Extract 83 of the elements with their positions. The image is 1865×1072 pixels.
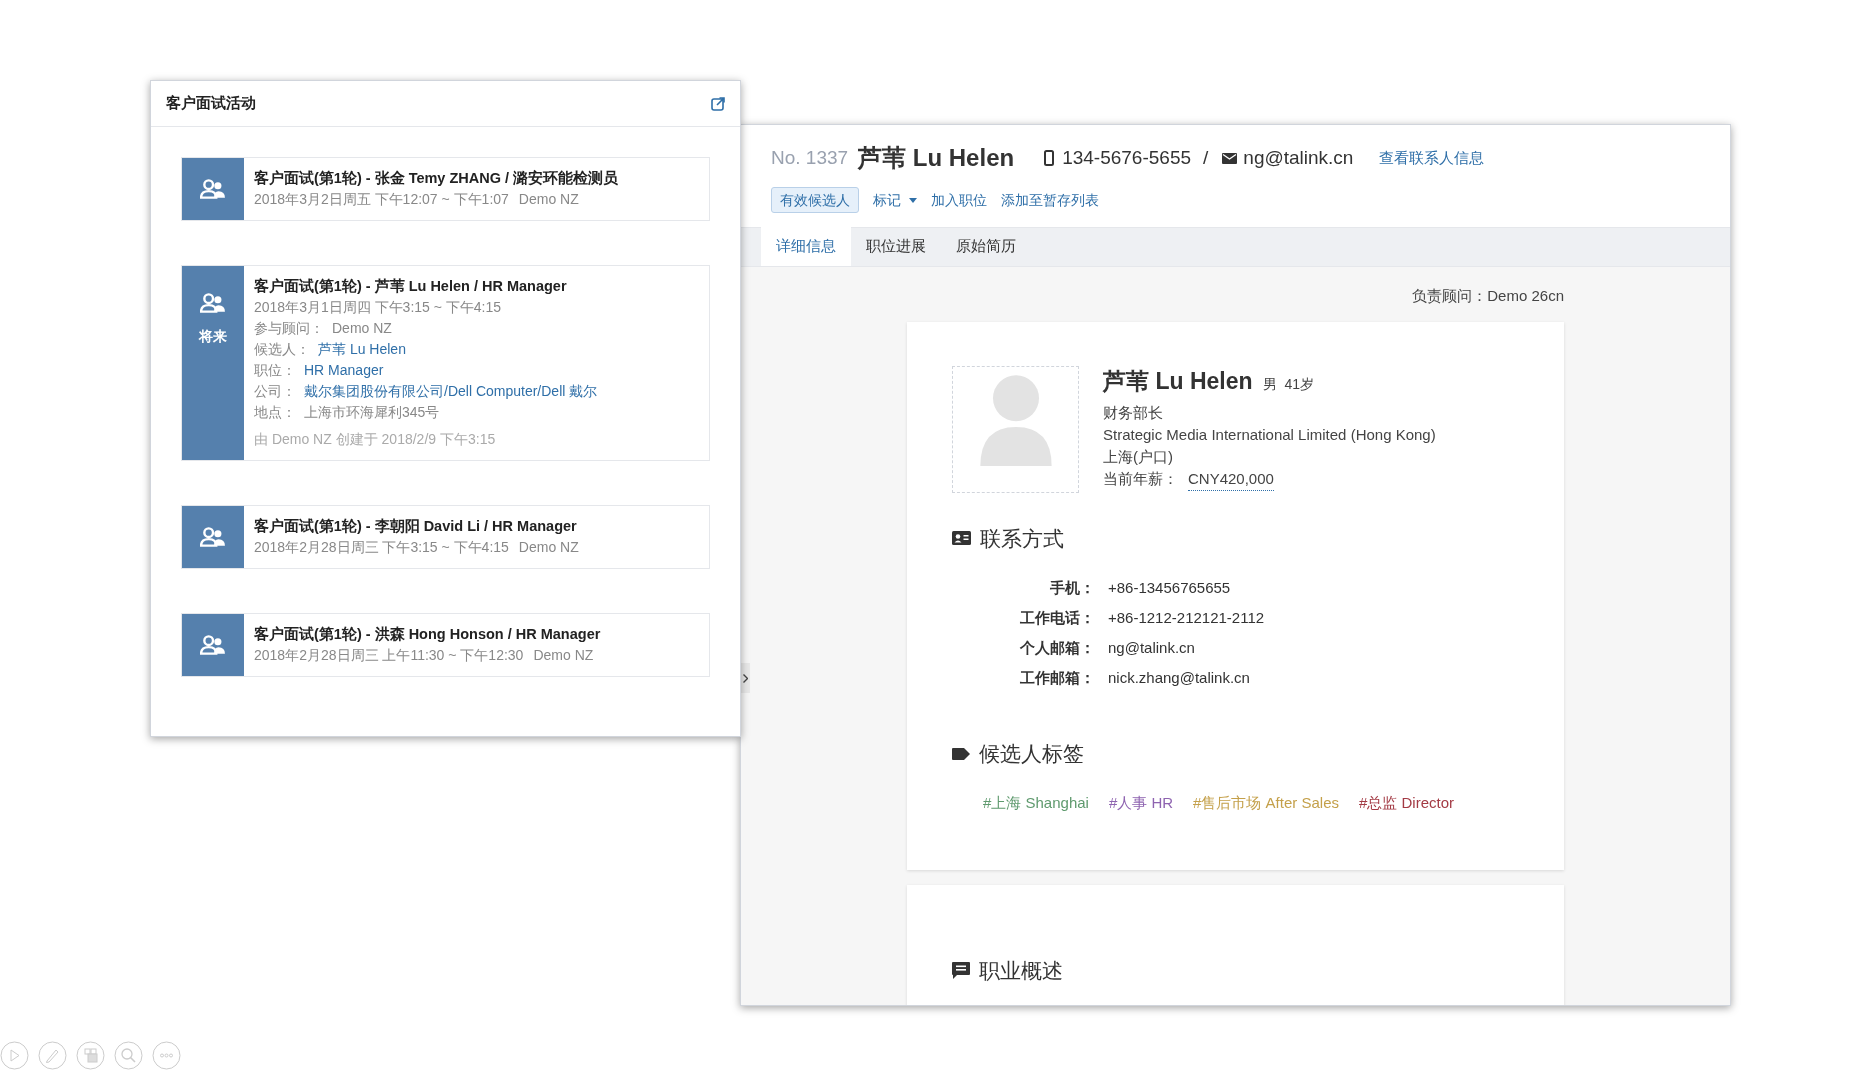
detail-value: Demo NZ	[332, 319, 392, 338]
detail-label: 公司：	[254, 382, 296, 401]
people-icon	[200, 634, 226, 656]
age-text: 41岁	[1284, 374, 1315, 394]
chevron-right-icon	[743, 673, 748, 683]
job-title: 财务部长	[1103, 402, 1164, 423]
slides-icon[interactable]	[76, 1041, 105, 1070]
collapse-handle[interactable]	[741, 663, 750, 693]
activity-time: 2018年2月28日周三 上午11:30 ~ 下午12:30	[254, 646, 524, 665]
mobile-phone-icon	[1044, 150, 1055, 166]
phone-number: 134-5676-5655	[1062, 145, 1192, 170]
activity-time: 2018年2月28日周三 下午3:15 ~ 下午4:15	[254, 538, 509, 557]
envelope-icon	[1222, 152, 1238, 164]
detail-label: 参与顾问：	[254, 319, 324, 338]
candidate-number: No. 1337	[771, 145, 849, 170]
contact-label: 个人邮箱：	[1019, 638, 1095, 658]
detail-value: 上海市环海犀利345号	[304, 403, 440, 422]
status-button[interactable]: 有效候选人	[771, 187, 859, 213]
email-address: ng@talink.cn	[1243, 145, 1354, 170]
more-icon[interactable]	[152, 1041, 181, 1070]
detail-label: 地点：	[254, 403, 296, 422]
company-name: Strategic Media International Limited (Hong Kong)	[1103, 424, 1436, 445]
tab[interactable]: 详细信息	[761, 226, 851, 266]
view-contact-link[interactable]: 查看联系人信息	[1379, 146, 1485, 170]
separator-text: /	[1203, 145, 1209, 170]
created-note: 由 Demo NZ 创建于 2018/2/9 下午3:15	[254, 430, 497, 449]
candidate-name: 芦苇 Lu Helen	[858, 143, 1015, 173]
activity-time: 2018年3月2日周五 下午12:07 ~ 下午1:07	[254, 190, 509, 209]
location-text: 上海(户口)	[1103, 446, 1174, 467]
activity-title: 客户面试(第1轮) - 李朝阳 David Li / HR Manager	[254, 517, 578, 536]
contact-label: 工作邮箱：	[1019, 668, 1095, 688]
pen-icon[interactable]	[38, 1041, 67, 1070]
consultant-name: Demo NZ	[518, 538, 579, 557]
activity-title: 客户面试(第1轮) - 芦苇 Lu Helen / HR Manager	[254, 277, 568, 296]
contact-value: nick.zhang@talink.cn	[1108, 668, 1250, 688]
people-icon	[200, 292, 226, 314]
tab[interactable]: 原始简历	[941, 226, 1031, 266]
external-link-icon[interactable]	[711, 96, 725, 111]
activity-time: 2018年3月1日周四 下午3:15 ~ 下午4:15	[254, 298, 502, 317]
comment-icon	[952, 961, 970, 979]
magnifier-icon[interactable]	[114, 1041, 143, 1070]
person-silhouette-icon	[979, 373, 1052, 466]
mark-dropdown[interactable]: 标记	[873, 189, 917, 211]
gender-text: 男	[1262, 374, 1277, 394]
activity-title: 客户面试(第1轮) - 洪森 Hong Honson / HR Manager	[254, 625, 601, 644]
detail-link[interactable]: 戴尔集团股份有限公司/Dell Computer/Dell 戴尔	[304, 381, 598, 402]
section-title: 职业概述	[979, 957, 1063, 984]
detail-label: 职位：	[254, 361, 296, 380]
activity-title: 客户面试(第1轮) - 张金 Temy ZHANG / 潞安环能检测员	[254, 169, 619, 188]
contact-label: 工作电话：	[1019, 608, 1095, 628]
candidate-tag[interactable]: #人事 HR	[1108, 791, 1174, 814]
status-label: 将来	[199, 327, 227, 346]
action-link[interactable]: 加入职位	[931, 189, 987, 211]
detail-label: 候选人：	[254, 340, 310, 359]
caret-icon	[909, 197, 917, 203]
contact-value: ng@talink.cn	[1108, 638, 1195, 658]
contact-card-icon	[952, 531, 971, 546]
consultant-name: Demo NZ	[533, 646, 594, 665]
consultant-name: Demo NZ	[518, 190, 579, 209]
people-icon	[200, 526, 226, 548]
tag-icon	[952, 747, 970, 760]
detail-link[interactable]: 芦苇 Lu Helen	[318, 339, 406, 360]
activity-card[interactable]: 客户面试(第1轮) - 李朝阳 David Li / HR Manager 2018年2月28日周三 下午3:15 ~ 下午4:15 Demo NZ	[181, 505, 710, 569]
activity-card[interactable]: 将来 客户面试(第1轮) - 芦苇 Lu Helen / HR Manager 2018年3月1日周四 下午3:15 ~ 下午4:15 参与顾问： Demo NZ 候选人： 芦苇 Lu Helen 职位： HR Manager 公司： 戴尔集团股份有限公司/Dell Computer/Dell 戴尔 地点： 上海市环海犀利345号 由 Demo NZ 创建于 2018/2/9 下午3:15	[181, 265, 710, 461]
contact-label: 手机：	[1049, 578, 1095, 598]
candidate-name: 芦苇 Lu Helen	[1103, 366, 1253, 396]
salary-value: CNY420,000	[1188, 467, 1274, 491]
action-link[interactable]: 添加至暂存列表	[1001, 189, 1099, 211]
people-icon	[200, 178, 226, 200]
salary-label: 当前年薪：	[1103, 468, 1178, 489]
tab[interactable]: 职位进展	[851, 226, 941, 266]
contact-value: +86-1212-212121-2112	[1108, 608, 1265, 628]
panel-title: 客户面试活动	[166, 93, 256, 114]
detail-link[interactable]: HR Manager	[304, 360, 384, 381]
candidate-tag[interactable]: #总监 Director	[1359, 791, 1454, 814]
play-icon[interactable]	[0, 1041, 29, 1070]
contact-value: +86-13456765655	[1108, 578, 1231, 598]
section-title: 候选人标签	[979, 741, 1084, 767]
activity-card[interactable]: 客户面试(第1轮) - 张金 Temy ZHANG / 潞安环能检测员 2018年3月2日周五 下午12:07 ~ 下午1:07 Demo NZ	[181, 157, 710, 221]
owner-consultant: 负责顾问：Demo 26cn	[1412, 286, 1564, 306]
section-title: 联系方式	[980, 525, 1064, 552]
activity-card[interactable]: 客户面试(第1轮) - 洪森 Hong Honson / HR Manager 2018年2月28日周三 上午11:30 ~ 下午12:30 Demo NZ	[181, 613, 710, 677]
candidate-tag[interactable]: #上海 Shanghai	[983, 791, 1089, 814]
